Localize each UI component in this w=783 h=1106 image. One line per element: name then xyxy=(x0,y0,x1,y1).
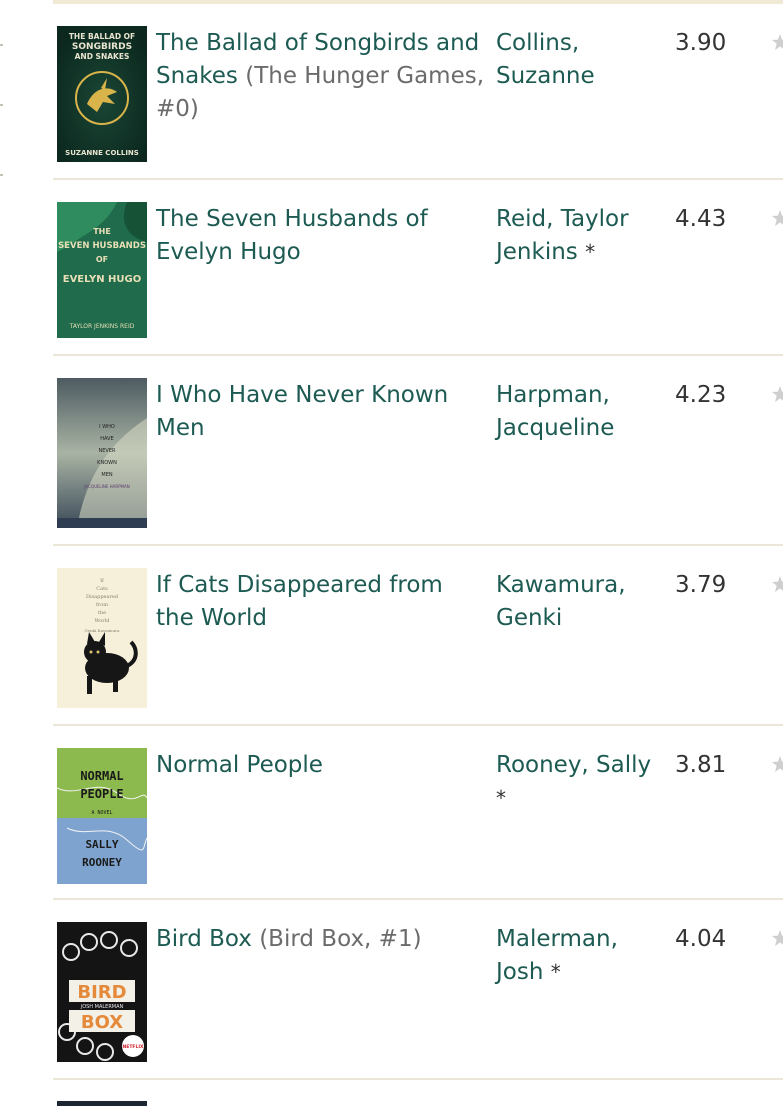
svg-text:EVELYN HUGO: EVELYN HUGO xyxy=(63,274,142,285)
svg-text:THE: THE xyxy=(93,227,111,236)
book-title-cell: If Cats Disappeared from the World xyxy=(156,569,486,635)
svg-text:A NOVEL: A NOVEL xyxy=(91,810,112,816)
author-link[interactable]: Kawamura, Genki xyxy=(496,572,626,631)
green-dress-cover: THE SEVEN HUSBANDS OF EVELYN HUGO TAYLOR… xyxy=(57,202,147,338)
book-title-cell: I Who Have Never Known Men xyxy=(156,379,486,445)
average-rating: 3.79 xyxy=(675,572,727,598)
svg-text:I WHO: I WHO xyxy=(99,424,115,430)
svg-text:MEN: MEN xyxy=(101,472,112,478)
svg-text:TAYLOR JENKINS REID: TAYLOR JENKINS REID xyxy=(69,323,135,330)
svg-text:OF: OF xyxy=(96,255,108,264)
author-link[interactable]: Collins, Suzanne xyxy=(496,30,595,89)
book-title-link[interactable]: Normal People xyxy=(156,752,323,778)
author-cell: Harpman, Jacqueline xyxy=(496,379,666,445)
book-cover[interactable]: NORMAL PEOPLE A NOVEL SALLY ROONEY xyxy=(57,748,147,884)
average-rating: 3.90 xyxy=(675,30,727,56)
book-title-cell: Bird Box (Bird Box, #1) xyxy=(156,923,486,956)
book-title-link[interactable]: Bird Box xyxy=(156,926,252,952)
book-title-link[interactable]: If Cats Disappeared from the World xyxy=(156,572,443,631)
author-cell: Rooney, Sally * xyxy=(496,749,666,815)
svg-text:BIRD: BIRD xyxy=(77,982,126,1003)
normal-people-cover: NORMAL PEOPLE A NOVEL SALLY ROONEY xyxy=(57,748,147,884)
star-icon[interactable] xyxy=(772,34,783,50)
svg-text:ROONEY: ROONEY xyxy=(82,856,122,869)
svg-text:JOSH MALERMAN: JOSH MALERMAN xyxy=(80,1004,124,1010)
svg-text:Genki Kawamura: Genki Kawamura xyxy=(85,628,121,633)
svg-text:NORMAL: NORMAL xyxy=(80,769,123,783)
table-row: If Cats Disappeared from the World Genki… xyxy=(53,546,783,726)
svg-text:KNOWN: KNOWN xyxy=(97,460,117,466)
star-icon[interactable] xyxy=(772,930,783,946)
author-cell: Kawamura, Genki xyxy=(496,569,666,635)
svg-text:SALLY: SALLY xyxy=(85,838,118,851)
svg-text:SUZANNE COLLINS: SUZANNE COLLINS xyxy=(65,149,139,157)
star-icon[interactable] xyxy=(772,386,783,402)
book-cover[interactable]: BIRD JOSH MALERMAN BOX NETFLIX xyxy=(57,922,147,1062)
svg-text:SONGBIRDS: SONGBIRDS xyxy=(72,42,132,52)
svg-text:PEOPLE: PEOPLE xyxy=(80,787,123,801)
book-title-cell: The Seven Husbands of Evelyn Hugo xyxy=(156,203,486,269)
average-rating: 4.04 xyxy=(675,926,727,952)
author-cell: Reid, Taylor Jenkins * xyxy=(496,203,666,269)
book-cover[interactable]: I WHO HAVE NEVER KNOWN MEN JACQUELINE HA… xyxy=(57,378,147,528)
star-icon[interactable] xyxy=(772,576,783,592)
table-row: NORMAL PEOPLE A NOVEL SALLY ROONEY Norma… xyxy=(53,726,783,900)
svg-text:AND SNAKES: AND SNAKES xyxy=(75,52,130,61)
author-cell: Collins, Suzanne xyxy=(496,27,666,93)
book-title-cell: Normal People xyxy=(156,749,486,782)
author-link[interactable]: Reid, Taylor Jenkins xyxy=(496,206,629,265)
star-icon[interactable] xyxy=(772,210,783,226)
svg-text:Cats: Cats xyxy=(96,586,108,592)
table-row: THE SEVEN HUSBANDS OF EVELYN HUGO TAYLOR… xyxy=(53,180,783,356)
author-note: * xyxy=(550,960,561,984)
book-cover[interactable]: THE SEVEN HUSBANDS OF EVELYN HUGO TAYLOR… xyxy=(57,202,147,338)
svg-text:the: the xyxy=(98,610,106,616)
average-rating: 4.23 xyxy=(675,382,727,408)
table-row: THE BALLAD OF SONGBIRDS AND SNAKES SUZAN… xyxy=(53,4,783,180)
svg-text:THE BALLAD OF: THE BALLAD OF xyxy=(69,32,135,41)
author-note: * xyxy=(496,786,506,810)
book-title-link[interactable]: I Who Have Never Known Men xyxy=(156,382,448,441)
average-rating: 3.81 xyxy=(675,752,727,778)
author-link[interactable]: Rooney, Sally xyxy=(496,752,651,778)
book-title-link[interactable]: The Seven Husbands of Evelyn Hugo xyxy=(156,206,428,265)
book-list-page: THE BALLAD OF SONGBIRDS AND SNAKES SUZAN… xyxy=(0,0,783,1106)
left-scroll-marks xyxy=(0,0,8,1106)
author-cell: Malerman, Josh * xyxy=(496,923,666,989)
black-cat-cover: If Cats Disappeared from the World Genki… xyxy=(57,568,147,708)
svg-text:HAVE: HAVE xyxy=(100,436,113,442)
book-cover[interactable]: THE BALLAD OF SONGBIRDS AND SNAKES SUZAN… xyxy=(57,26,147,162)
svg-text:Disappeared: Disappeared xyxy=(86,594,119,600)
hunger-games-mockingjay-cover: THE BALLAD OF SONGBIRDS AND SNAKES SUZAN… xyxy=(57,26,147,162)
svg-text:BOX: BOX xyxy=(81,1012,123,1033)
svg-text:NETFLIX: NETFLIX xyxy=(123,1044,145,1050)
rotary-dial-cover: BIRD JOSH MALERMAN BOX NETFLIX xyxy=(57,922,147,1062)
svg-text:from: from xyxy=(96,602,108,608)
book-cover[interactable]: If Cats Disappeared from the World Genki… xyxy=(57,568,147,708)
misty-landscape-cover: I WHO HAVE NEVER KNOWN MEN JACQUELINE HA… xyxy=(57,378,147,528)
next-book-cover-partial xyxy=(57,1101,147,1106)
svg-text:World: World xyxy=(95,618,111,624)
svg-text:NEVER: NEVER xyxy=(99,448,116,454)
svg-text:JACQUELINE HARPMAN: JACQUELINE HARPMAN xyxy=(83,484,130,489)
svg-text:SEVEN HUSBANDS: SEVEN HUSBANDS xyxy=(58,241,146,251)
series-label: (Bird Box, #1) xyxy=(259,926,422,952)
author-note: * xyxy=(585,240,596,264)
author-link[interactable]: Harpman, Jacqueline xyxy=(496,382,614,441)
table-row: I WHO HAVE NEVER KNOWN MEN JACQUELINE HA… xyxy=(53,356,783,546)
book-title-cell: The Ballad of Songbirds and Snakes (The … xyxy=(156,27,486,126)
star-icon[interactable] xyxy=(772,756,783,772)
average-rating: 4.43 xyxy=(675,206,727,232)
table-row: BIRD JOSH MALERMAN BOX NETFLIX Bird Box … xyxy=(53,900,783,1080)
